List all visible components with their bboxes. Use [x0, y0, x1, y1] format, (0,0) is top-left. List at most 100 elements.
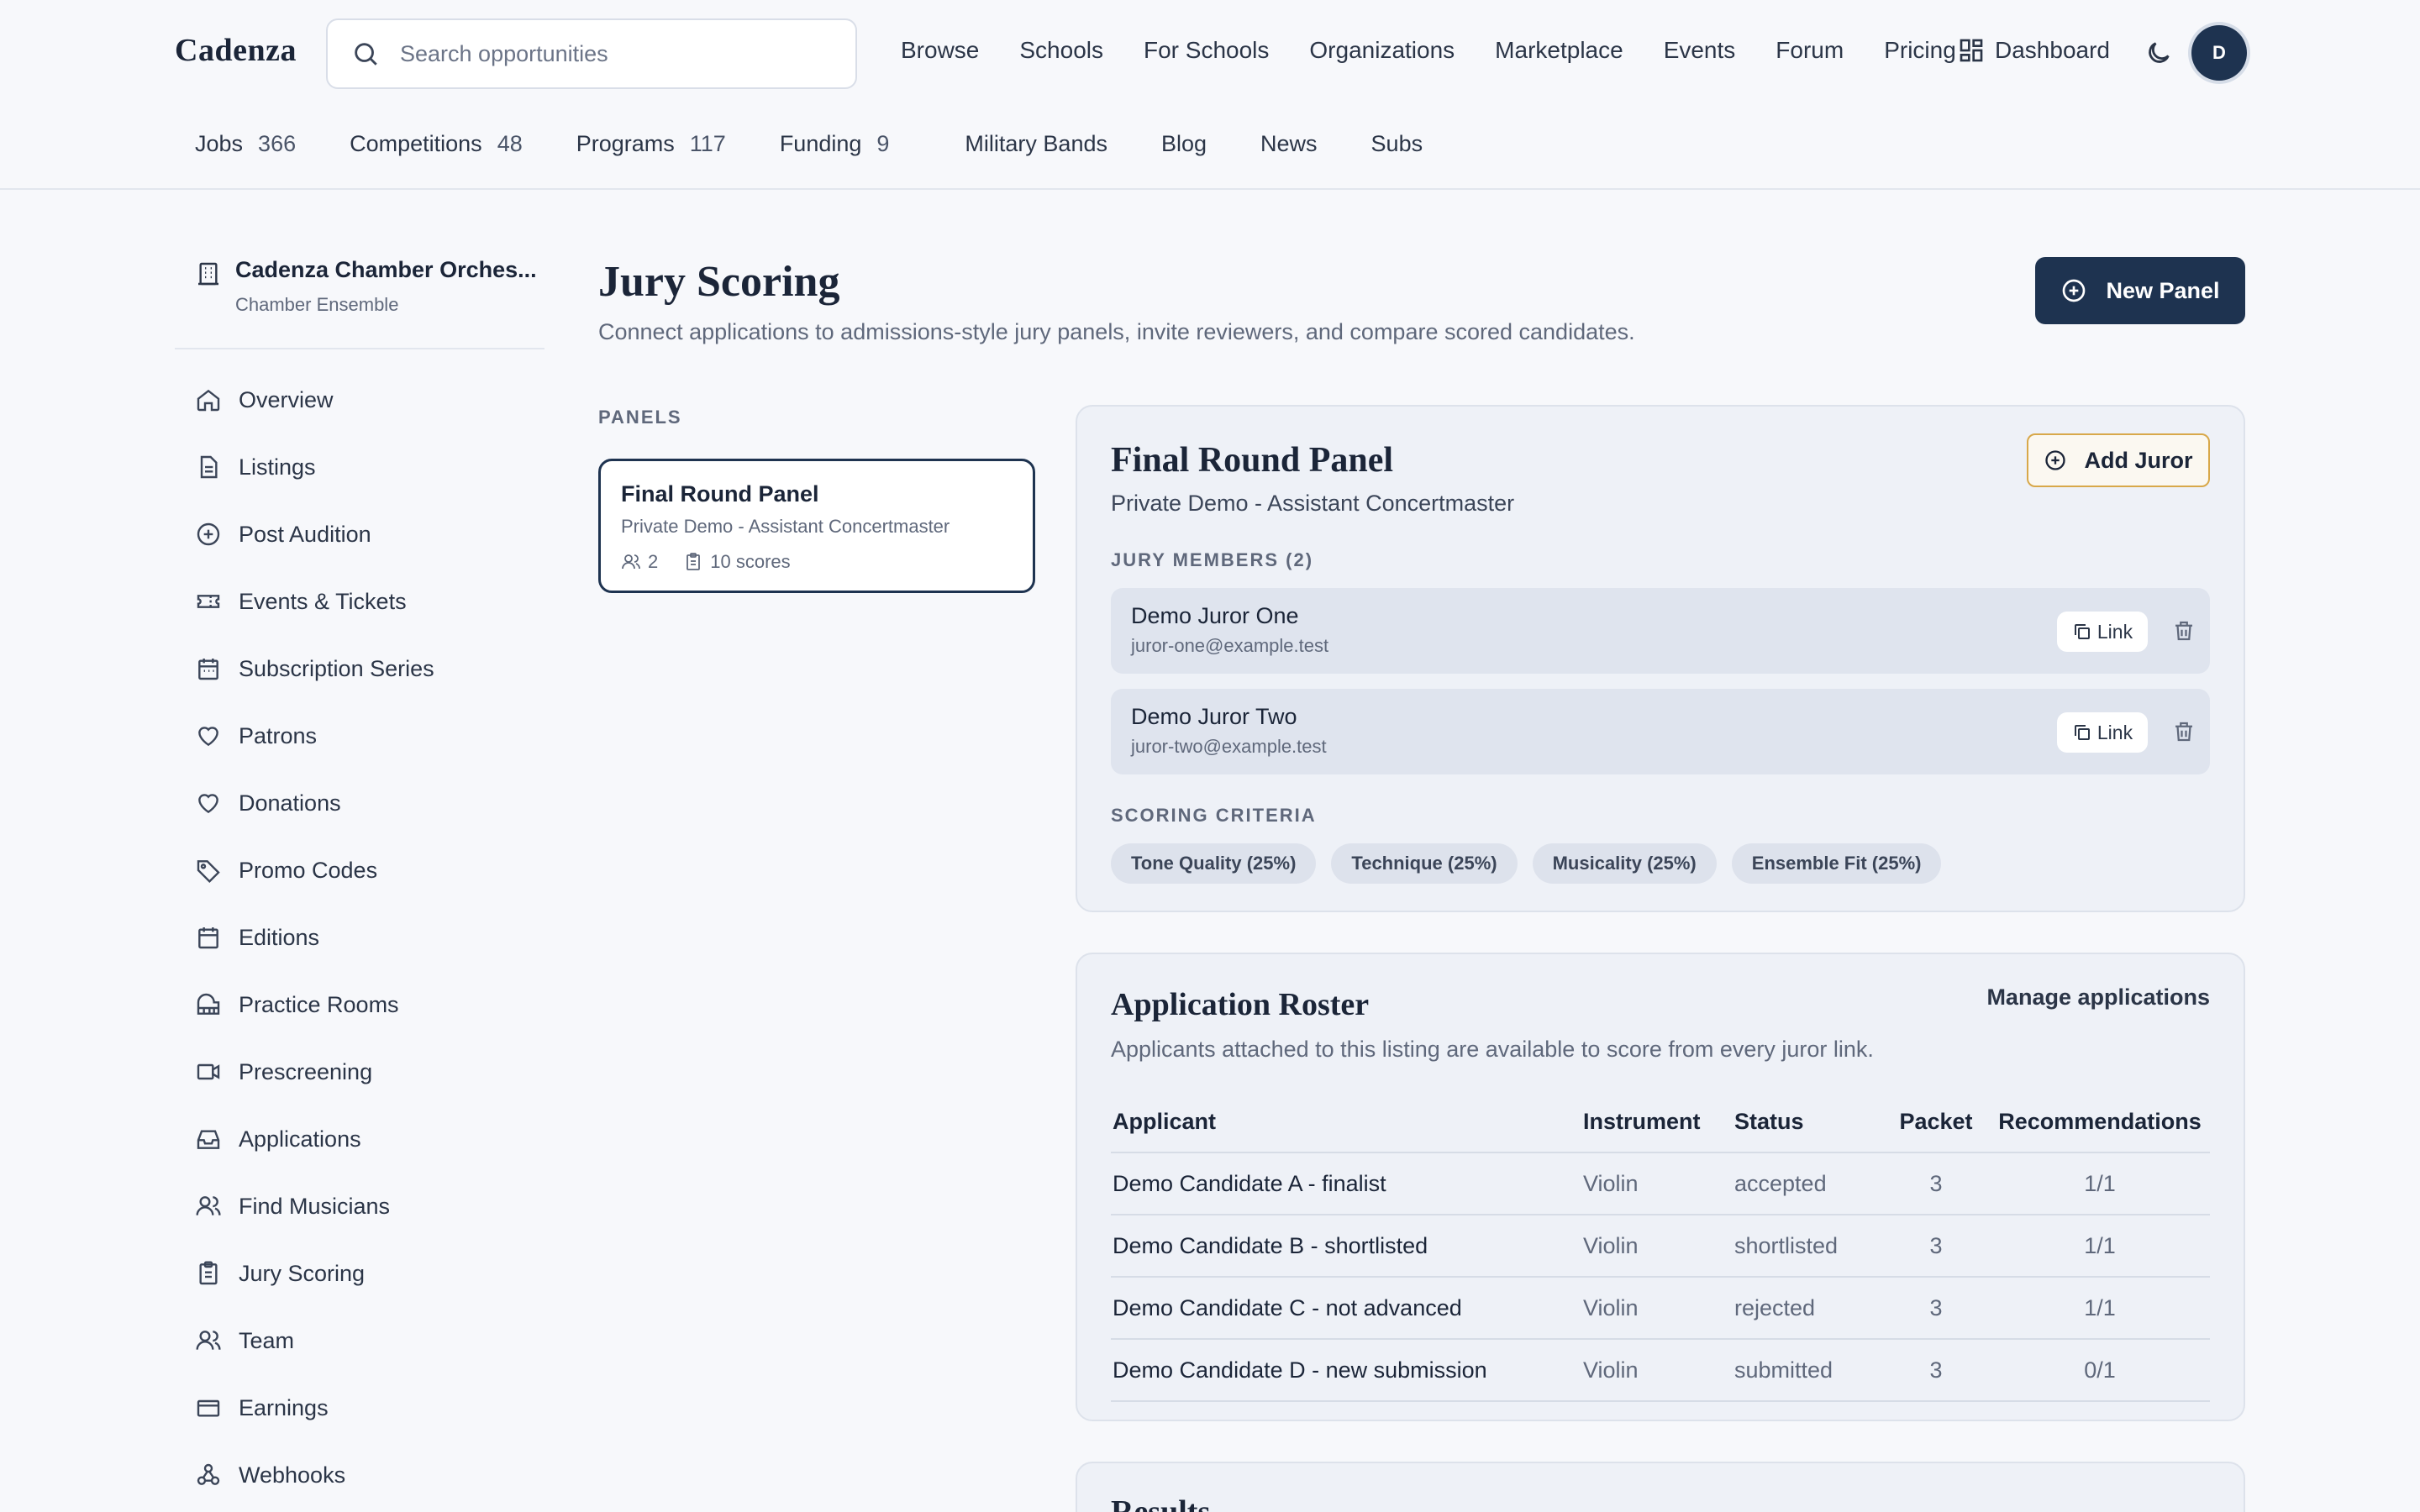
- nav-marketplace[interactable]: Marketplace: [1495, 37, 1623, 64]
- inbox-icon: [197, 1130, 220, 1149]
- subnav-subs[interactable]: Subs: [1371, 131, 1423, 157]
- copy-link-button[interactable]: Link: [2057, 712, 2148, 753]
- results-title: Results: [1111, 1494, 1211, 1512]
- sub-nav: Jobs 366 Competitions 48 Programs 117 Fundi…: [195, 131, 1476, 157]
- panel-card-subtitle: Private Demo - Assistant Concertmaster: [621, 516, 950, 537]
- search-box[interactable]: [326, 18, 857, 89]
- search-icon: [355, 43, 377, 66]
- sidebar-item-jury-scoring[interactable]: Jury Scoring: [195, 1240, 548, 1307]
- panels-label: PANELS: [598, 407, 682, 428]
- sidebar-item-overview[interactable]: Overview: [195, 366, 548, 433]
- sidebar-item-events-tickets[interactable]: Events & Tickets: [195, 568, 548, 635]
- document-icon: [200, 455, 218, 479]
- add-juror-button[interactable]: Add Juror: [2027, 433, 2210, 487]
- nav-schools[interactable]: Schools: [1019, 37, 1103, 64]
- sidebar-item-team[interactable]: Team: [195, 1307, 548, 1374]
- subnav-blog[interactable]: Blog: [1161, 131, 1207, 157]
- sidebar-item-donations[interactable]: Donations: [195, 769, 548, 837]
- sidebar-item-label: Webhooks: [239, 1462, 346, 1488]
- cell-recommendations: 1/1: [1990, 1277, 2210, 1340]
- subnav-news[interactable]: News: [1260, 131, 1318, 157]
- building-icon: [198, 262, 218, 286]
- col-packet: Packet: [1882, 1092, 1990, 1153]
- table-row[interactable]: Demo Candidate C - not advanced Violin r…: [1111, 1277, 2210, 1340]
- sidebar-item-find-musicians[interactable]: Find Musicians: [195, 1173, 548, 1240]
- subnav-jobs[interactable]: Jobs 366: [195, 131, 296, 157]
- sidebar-item-patrons[interactable]: Patrons: [195, 702, 548, 769]
- cell-recommendations: 1/1: [1990, 1152, 2210, 1215]
- sidebar-item-applications[interactable]: Applications: [195, 1105, 548, 1173]
- roster-subtitle: Applicants attached to this listing are …: [1111, 1037, 1874, 1062]
- panel-detail-subtitle: Private Demo - Assistant Concertmaster: [1111, 491, 1515, 516]
- new-panel-button[interactable]: New Panel: [2035, 257, 2245, 324]
- sidebar-item-promo-codes[interactable]: Promo Codes: [195, 837, 548, 904]
- nav-forum[interactable]: Forum: [1776, 37, 1844, 64]
- subnav-programs[interactable]: Programs 117: [576, 131, 726, 157]
- avatar[interactable]: D: [2191, 25, 2247, 81]
- moon-icon[interactable]: [2144, 39, 2173, 67]
- cell-status: accepted: [1733, 1152, 1882, 1215]
- sidebar: Overview Listings Post Audition Events &…: [195, 366, 548, 1509]
- panel-detail-title: Final Round Panel: [1111, 441, 1394, 480]
- calendar-icon: [198, 927, 218, 949]
- copy-link-label: Link: [2096, 620, 2133, 643]
- sidebar-item-editions[interactable]: Editions: [195, 904, 548, 971]
- cell-instrument: Violin: [1581, 1152, 1733, 1215]
- juror-email: juror-two@example.test: [1131, 736, 1327, 757]
- sidebar-item-listings[interactable]: Listings: [195, 433, 548, 501]
- sidebar-item-webhooks[interactable]: Webhooks: [195, 1441, 548, 1509]
- nav-for-schools[interactable]: For Schools: [1144, 37, 1269, 64]
- sidebar-item-label: Overview: [239, 386, 334, 412]
- table-row[interactable]: Demo Candidate D - new submission Violin…: [1111, 1339, 2210, 1402]
- cell-status: shortlisted: [1733, 1215, 1882, 1278]
- dashboard-link[interactable]: Dashboard: [1958, 37, 2110, 64]
- table-row[interactable]: Demo Candidate A - finalist Violin accep…: [1111, 1152, 2210, 1215]
- nav-organizations[interactable]: Organizations: [1309, 37, 1455, 64]
- users-icon: [196, 1331, 221, 1350]
- scoring-criteria-label: SCORING CRITERIA: [1111, 805, 1317, 826]
- plus-circle-icon: [197, 522, 220, 546]
- sidebar-item-practice-rooms[interactable]: Practice Rooms: [195, 971, 548, 1038]
- copy-link-button[interactable]: Link: [2057, 612, 2148, 652]
- criteria-chips: Tone Quality (25%) Technique (25%) Music…: [1111, 843, 1956, 884]
- sidebar-item-subscription-series[interactable]: Subscription Series: [195, 635, 548, 702]
- juror-email: juror-one@example.test: [1131, 635, 1329, 656]
- page-title: Jury Scoring: [598, 258, 840, 306]
- sidebar-item-label: Team: [239, 1327, 295, 1353]
- subnav-funding[interactable]: Funding 9: [780, 131, 890, 157]
- cell-applicant: Demo Candidate A - finalist: [1111, 1152, 1581, 1215]
- subnav-label: Competitions: [350, 131, 482, 156]
- trash-icon[interactable]: [2171, 618, 2196, 643]
- dashboard-icon: [1960, 39, 1983, 62]
- sidebar-item-earnings[interactable]: Earnings: [195, 1374, 548, 1441]
- users-icon: [622, 554, 640, 570]
- top-bar: Cadenza Browse Schools For Schools Organ…: [0, 0, 2420, 190]
- subnav-count: 366: [258, 131, 297, 156]
- calendar-icon: [198, 659, 218, 680]
- dashboard-label: Dashboard: [1995, 37, 2110, 63]
- sidebar-item-post-audition[interactable]: Post Audition: [195, 501, 548, 568]
- nav-browse[interactable]: Browse: [901, 37, 979, 64]
- table-row[interactable]: Demo Candidate B - shortlisted Violin sh…: [1111, 1215, 2210, 1278]
- ticket-icon: [197, 595, 220, 608]
- cell-packet: 3: [1882, 1215, 1990, 1278]
- brand-logo[interactable]: Cadenza: [175, 32, 297, 69]
- nav-pricing[interactable]: Pricing: [1884, 37, 1956, 64]
- sidebar-item-label: Applications: [239, 1126, 361, 1152]
- cell-packet: 3: [1882, 1339, 1990, 1402]
- subnav-competitions[interactable]: Competitions 48: [350, 131, 523, 157]
- manage-applications-link[interactable]: Manage applications: [1986, 984, 2210, 1011]
- trash-icon[interactable]: [2171, 719, 2196, 744]
- sidebar-item-label: Prescreening: [239, 1058, 373, 1084]
- panel-card[interactable]: Final Round Panel Private Demo - Assista…: [598, 459, 1035, 593]
- users-icon: [196, 1196, 221, 1215]
- cell-status: submitted: [1733, 1339, 1882, 1402]
- nav-events[interactable]: Events: [1664, 37, 1736, 64]
- sidebar-item-prescreening[interactable]: Prescreening: [195, 1038, 548, 1105]
- roster-table: Applicant Instrument Status Packet Recom…: [1111, 1092, 2210, 1402]
- search-input[interactable]: [400, 40, 820, 67]
- clipboard-icon: [199, 1261, 218, 1285]
- subnav-military-bands[interactable]: Military Bands: [965, 131, 1107, 157]
- sidebar-item-label: Post Audition: [239, 521, 371, 547]
- sidebar-item-label: Donations: [239, 790, 341, 816]
